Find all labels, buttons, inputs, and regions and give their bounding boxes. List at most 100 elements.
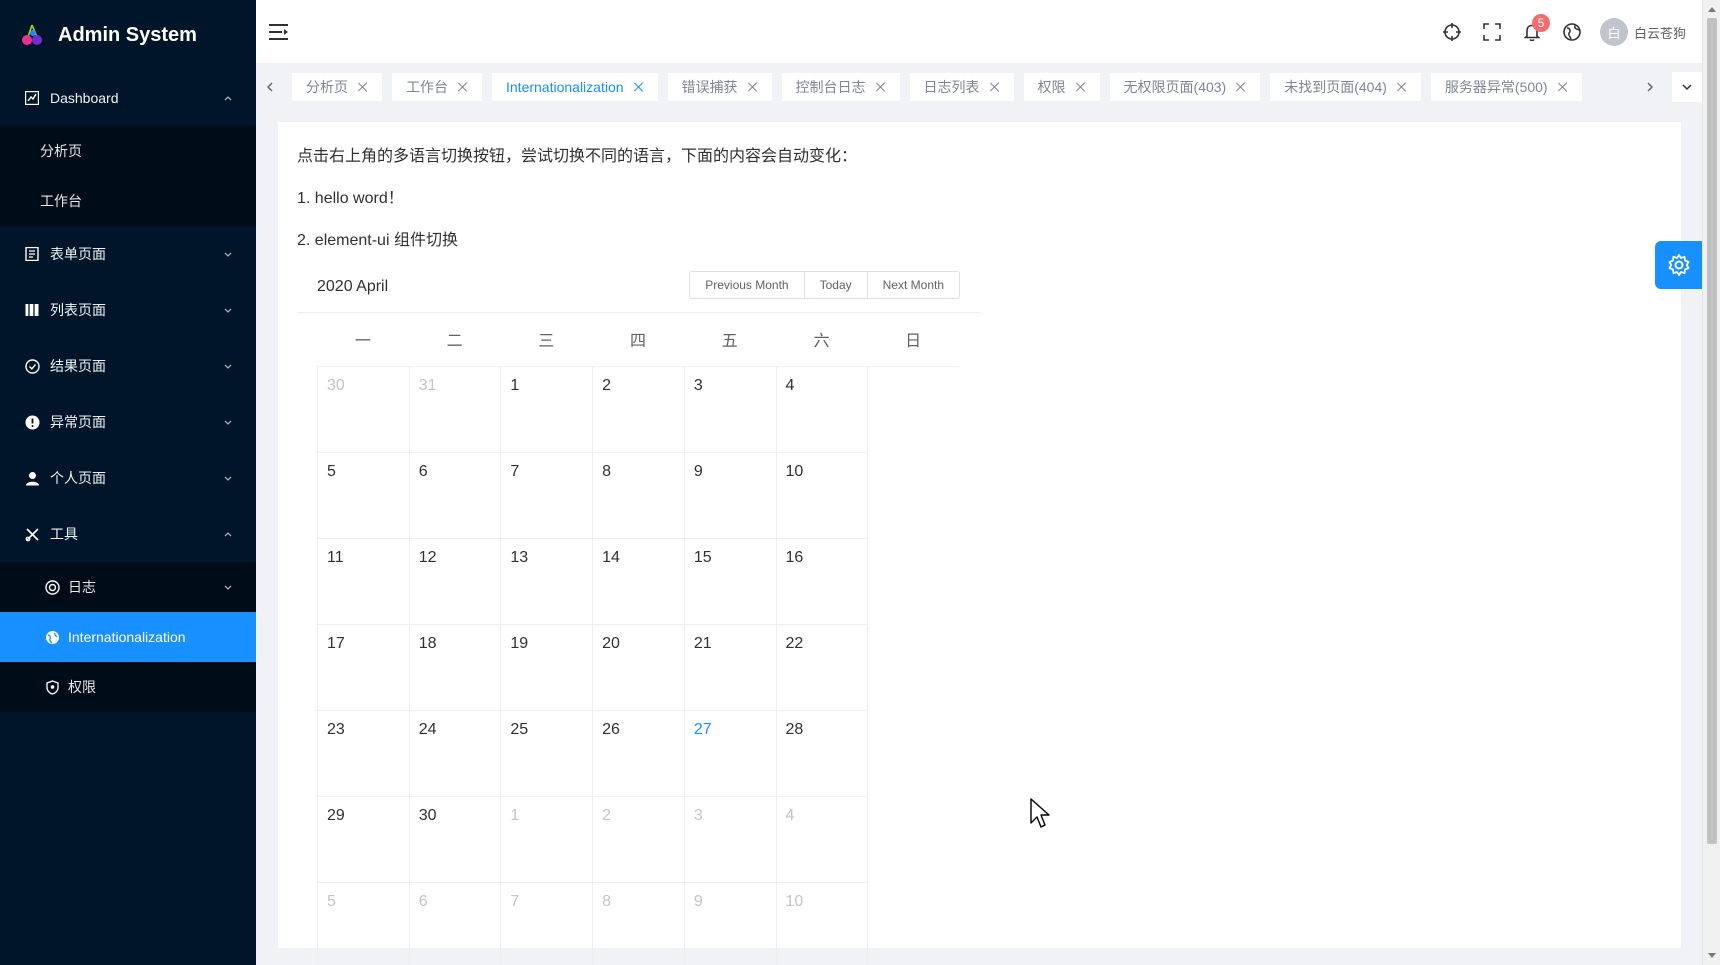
- day-number: 17: [327, 635, 345, 652]
- calendar-day[interactable]: 29: [318, 797, 410, 883]
- calendar-day[interactable]: 6: [410, 883, 502, 965]
- calendar-day[interactable]: 13: [501, 539, 594, 625]
- calendar-day[interactable]: 20: [593, 625, 685, 711]
- menu-tools[interactable]: 工具: [0, 506, 256, 562]
- tab-label: 日志列表: [923, 79, 980, 95]
- close-icon[interactable]: [990, 82, 1000, 92]
- sidebar-item-internationalization[interactable]: Internationalization: [0, 612, 256, 662]
- calendar-day[interactable]: 6: [409, 453, 502, 539]
- close-icon[interactable]: [748, 82, 758, 92]
- page-scrollbar[interactable]: [1702, 0, 1720, 965]
- calendar-day[interactable]: 30: [409, 797, 502, 883]
- tab-console-log[interactable]: 控制台日志: [781, 73, 900, 101]
- calendar-day[interactable]: 5: [318, 883, 410, 965]
- tab-permission[interactable]: 权限: [1023, 73, 1100, 101]
- calendar-day[interactable]: 8: [593, 883, 685, 965]
- menu-personal[interactable]: 个人页面: [0, 450, 256, 506]
- calendar-day[interactable]: 7: [501, 453, 594, 539]
- calendar-day[interactable]: 22: [776, 625, 869, 711]
- menu-forms[interactable]: 表单页面: [0, 226, 256, 282]
- tab-403[interactable]: 无权限页面(403): [1109, 73, 1261, 101]
- calendar-day[interactable]: 9: [684, 453, 777, 539]
- calendar-day[interactable]: 3: [684, 797, 777, 883]
- menu-fold-icon[interactable]: [268, 22, 290, 42]
- calendar-day[interactable]: 1: [501, 367, 594, 453]
- close-icon[interactable]: [1397, 82, 1407, 92]
- locate-icon[interactable]: [1442, 22, 1462, 42]
- calendar-day[interactable]: 17: [318, 625, 410, 711]
- day-number: 22: [785, 635, 804, 652]
- settings-button[interactable]: [1655, 241, 1703, 289]
- menu-personal-label: 个人页面: [50, 470, 106, 486]
- tab-workbench[interactable]: 工作台: [392, 73, 482, 101]
- calendar-day[interactable]: 4: [776, 797, 869, 883]
- calendar-day[interactable]: 8: [593, 453, 685, 539]
- calendar-day-today[interactable]: 27: [684, 711, 777, 797]
- previous-month-button[interactable]: Previous Month: [689, 271, 805, 299]
- calendar-day[interactable]: 26: [593, 711, 685, 797]
- sidebar-item-workbench[interactable]: 工作台: [0, 176, 256, 226]
- calendar-day[interactable]: 2: [593, 367, 685, 453]
- calendar-day[interactable]: 3: [684, 367, 777, 453]
- tab-error-capture[interactable]: 错误捕获: [667, 73, 772, 101]
- calendar-day[interactable]: 19: [501, 625, 594, 711]
- calendar-day[interactable]: 31: [409, 367, 502, 453]
- calendar-day[interactable]: 1: [501, 797, 594, 883]
- tab-label: 错误捕获: [681, 79, 738, 95]
- sidebar-item-log[interactable]: 日志: [0, 562, 256, 612]
- scrollbar-thumb[interactable]: [1707, 18, 1717, 844]
- menu-exceptions[interactable]: 异常页面: [0, 394, 256, 450]
- calendar-day[interactable]: 10: [777, 883, 869, 965]
- calendar-day[interactable]: 7: [501, 883, 594, 965]
- tab-internationalization[interactable]: Internationalization: [492, 73, 658, 101]
- fullscreen-icon[interactable]: [1482, 22, 1502, 42]
- calendar-day[interactable]: 24: [409, 711, 502, 797]
- sidebar-item-permission[interactable]: 权限: [0, 662, 256, 712]
- calendar-day[interactable]: 16: [776, 539, 869, 625]
- tab-404[interactable]: 未找到页面(404): [1270, 73, 1421, 101]
- tab-analysis[interactable]: 分析页: [292, 73, 382, 101]
- today-button[interactable]: Today: [803, 271, 868, 299]
- sidebar-item-analysis[interactable]: 分析页: [0, 126, 256, 176]
- menu-lists[interactable]: 列表页面: [0, 282, 256, 338]
- close-icon[interactable]: [1236, 82, 1246, 92]
- calendar-day[interactable]: 11: [318, 539, 410, 625]
- calendar-day[interactable]: 28: [776, 711, 869, 797]
- day-number: 9: [693, 463, 703, 480]
- close-icon[interactable]: [1076, 82, 1086, 92]
- next-month-button[interactable]: Next Month: [866, 271, 960, 299]
- calendar-day[interactable]: 25: [501, 711, 594, 797]
- chevron-up-icon: [224, 96, 232, 101]
- tabs-scroll-left[interactable]: [262, 74, 278, 100]
- language-globe-icon[interactable]: [1562, 22, 1582, 42]
- tabs-scroll-right[interactable]: [1642, 74, 1658, 100]
- menu-results[interactable]: 结果页面: [0, 338, 256, 394]
- menu-dashboard[interactable]: Dashboard: [0, 70, 256, 126]
- calendar-day[interactable]: 18: [409, 625, 502, 711]
- close-icon[interactable]: [358, 82, 368, 92]
- logo[interactable]: Admin System: [0, 0, 256, 70]
- calendar-day[interactable]: 21: [684, 625, 777, 711]
- close-icon[interactable]: [876, 82, 886, 92]
- tab-500[interactable]: 服务器异常(500): [1430, 73, 1582, 101]
- notification-button[interactable]: 5: [1522, 14, 1550, 42]
- close-icon[interactable]: [458, 82, 468, 92]
- user-menu[interactable]: 白 白云苍狗: [1599, 18, 1686, 46]
- calendar-day[interactable]: 23: [318, 711, 410, 797]
- scroll-up-arrow-icon[interactable]: [1707, 3, 1717, 15]
- calendar-day[interactable]: 5: [318, 453, 410, 539]
- calendar-day[interactable]: 9: [685, 883, 777, 965]
- calendar-day[interactable]: 2: [593, 797, 685, 883]
- close-icon[interactable]: [634, 82, 644, 92]
- calendar-day[interactable]: 14: [593, 539, 685, 625]
- scroll-down-arrow-icon[interactable]: [1707, 950, 1717, 962]
- calendar-header: 2020 April Previous Month Today Next Mon…: [297, 262, 980, 313]
- calendar-day[interactable]: 4: [776, 367, 869, 453]
- close-icon[interactable]: [1558, 82, 1568, 92]
- calendar-day[interactable]: 30: [318, 367, 410, 453]
- calendar-day[interactable]: 12: [409, 539, 502, 625]
- tabs-dropdown-button[interactable]: [1672, 72, 1702, 102]
- calendar-day[interactable]: 10: [776, 453, 869, 539]
- tab-log-list[interactable]: 日志列表: [909, 73, 1014, 101]
- calendar-day[interactable]: 15: [684, 539, 777, 625]
